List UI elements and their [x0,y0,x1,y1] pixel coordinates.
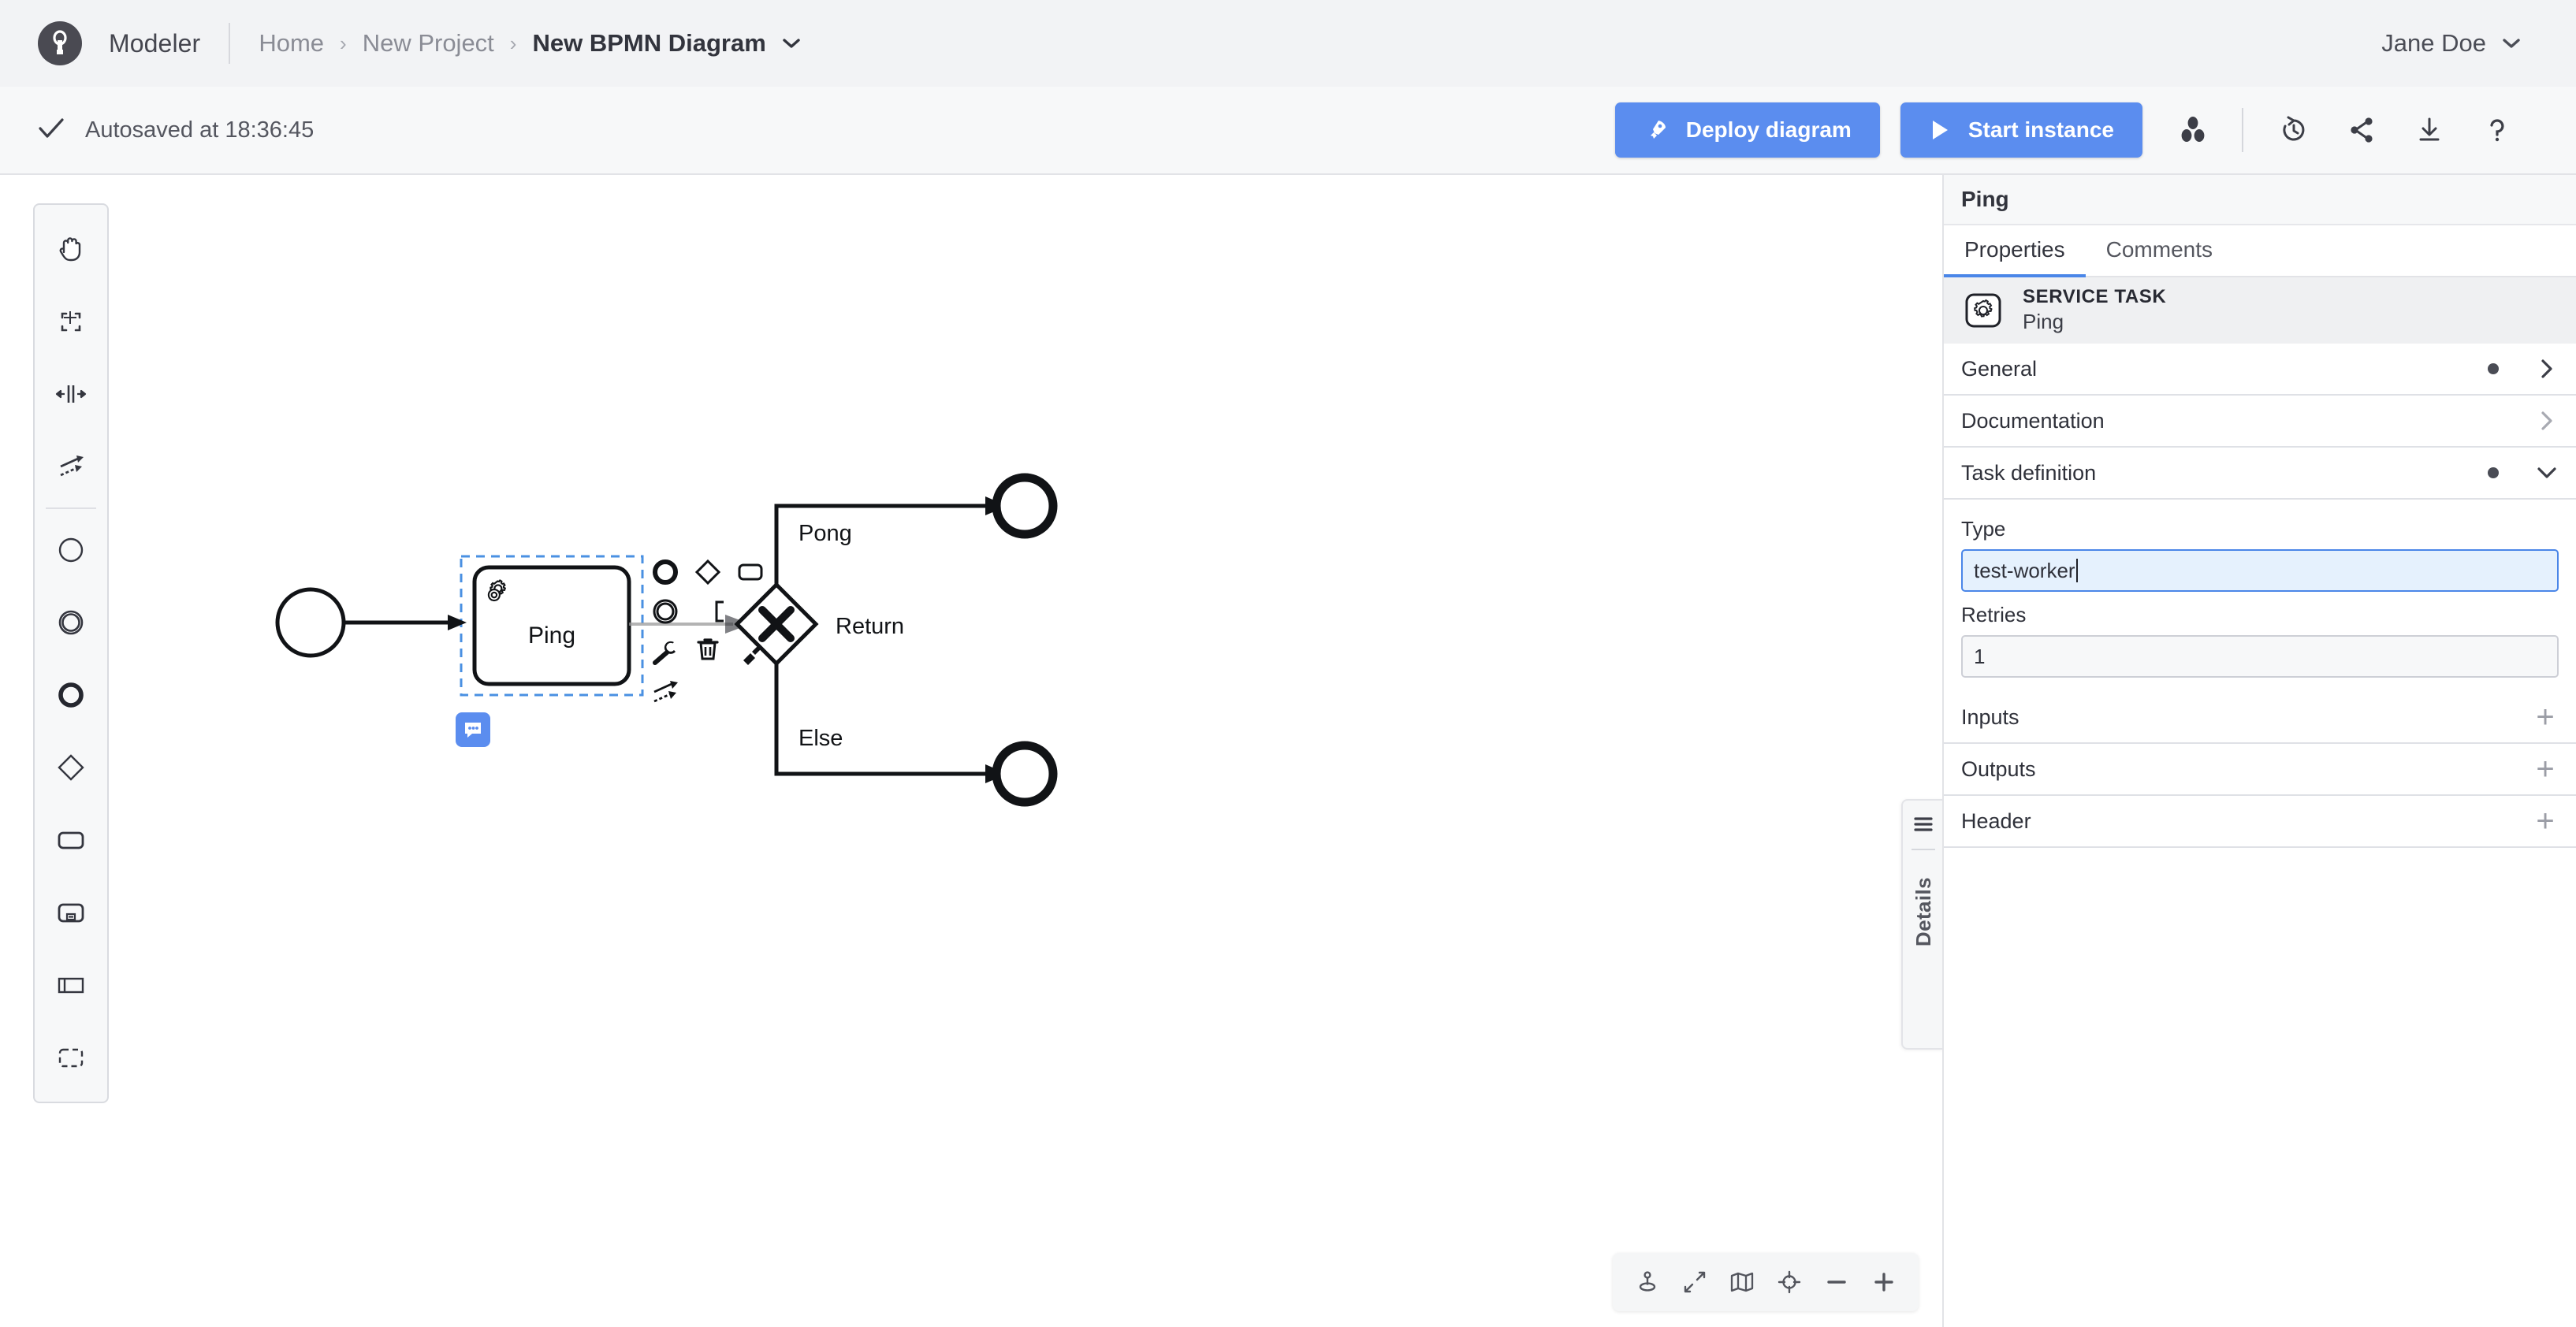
breadcrumb-separator: › [510,32,517,56]
section-inputs[interactable]: Inputs + [1944,692,2576,744]
section-header-label: Header [1961,809,2031,834]
chevron-down-icon [2502,37,2521,50]
section-outputs[interactable]: Outputs + [1944,744,2576,796]
details-tab-label: Details [1912,877,1936,946]
download-icon[interactable] [2412,113,2447,147]
breadcrumb-item-home[interactable]: Home [259,29,324,58]
tab-properties-label: Properties [1964,237,2065,262]
chevron-down-icon[interactable] [782,37,801,50]
zoom-in-icon[interactable] [1860,1258,1908,1306]
canvas-controls [1613,1253,1919,1311]
selected-element-name: Ping [2023,309,2166,336]
type-field-label: Type [1961,517,2559,541]
append-gateway-icon[interactable] [687,552,728,593]
type-input-value: test-worker [1974,559,2075,583]
rocket-icon [1644,117,1669,143]
append-end-event-icon[interactable] [645,552,686,593]
tab-comments[interactable]: Comments [2086,225,2233,277]
page-title: Ping [1961,187,2009,212]
reset-zoom-icon[interactable] [1766,1258,1813,1306]
help-icon[interactable] [2480,113,2515,147]
append-text-annotation-icon[interactable] [697,591,738,632]
check-icon [38,117,65,144]
top-header: Modeler Home › New Project › New BPMN Di… [0,0,2576,87]
append-intermediate-event-icon[interactable] [645,591,686,632]
camunda-logo-icon[interactable] [38,21,82,65]
section-task-definition-dot [2488,467,2499,478]
section-general[interactable]: General [1944,344,2576,396]
collaborators-icon[interactable] [2176,113,2210,147]
selected-element-type: SERVICE TASK [2023,285,2166,309]
properties-panel: Ping Properties Comments SERVICE TASK Pi… [1942,175,2576,1327]
bpmn-canvas[interactable]: Ping Return Pong Else [0,175,1942,1327]
details-side-tab[interactable]: Details [1901,799,1942,1050]
tab-comments-label: Comments [2106,237,2213,262]
plus-icon[interactable]: + [2532,701,2559,733]
header-divider [229,23,230,64]
toggle-pin-icon[interactable] [1624,1258,1671,1306]
chevron-right-icon [2535,357,2559,381]
section-documentation[interactable]: Documentation [1944,396,2576,448]
toolbar-separator [2242,108,2243,152]
version-history-icon[interactable] [2276,113,2311,147]
text-caret [2076,559,2078,582]
breadcrumb: Home › New Project › New BPMN Diagram [259,29,800,58]
user-menu[interactable]: Jane Doe [2381,29,2538,58]
editor-toolbar: Autosaved at 18:36:45 Deploy diagram Sta… [0,87,2576,175]
zoom-out-icon[interactable] [1813,1258,1860,1306]
deploy-diagram-button[interactable]: Deploy diagram [1615,102,1880,158]
retries-field-label: Retries [1961,603,2559,627]
task-definition-fields: Type test-worker Retries 1 [1944,500,2576,692]
set-color-brush-icon[interactable] [730,634,771,675]
app-name[interactable]: Modeler [109,29,200,58]
append-task-icon[interactable] [730,552,771,593]
toolbar-actions: Deploy diagram Start instance [1595,102,2538,158]
section-task-definition[interactable]: Task definition [1944,448,2576,500]
context-pad [0,175,1942,1327]
change-type-wrench-icon[interactable] [645,632,686,673]
play-icon [1929,118,1951,142]
fit-viewport-icon[interactable] [1671,1258,1718,1306]
service-task-gear-icon [1961,288,2005,333]
section-general-dot [2488,363,2499,374]
section-task-definition-label: Task definition [1961,461,2096,485]
tab-properties[interactable]: Properties [1944,225,2086,277]
section-inputs-label: Inputs [1961,705,2019,730]
comment-icon[interactable] [456,712,490,747]
chevron-right-icon [2535,409,2559,433]
section-general-label: General [1961,357,2037,381]
autosave-status: Autosaved at 18:36:45 [38,117,314,144]
autosave-text: Autosaved at 18:36:45 [85,117,314,143]
details-tab-separator [1912,849,1935,850]
plus-icon[interactable]: + [2532,805,2559,837]
selected-element-summary: SERVICE TASK Ping [1944,277,2576,344]
breadcrumb-item-diagram[interactable]: New BPMN Diagram [532,29,765,58]
deploy-diagram-label: Deploy diagram [1686,117,1852,143]
section-outputs-label: Outputs [1961,757,2036,782]
share-icon[interactable] [2344,113,2379,147]
user-name: Jane Doe [2381,29,2486,58]
section-documentation-label: Documentation [1961,409,2105,433]
start-instance-label: Start instance [1968,117,2114,143]
type-input[interactable]: test-worker [1961,549,2559,592]
hamburger-icon [1912,815,1935,838]
delete-trash-icon[interactable] [687,629,728,670]
retries-input[interactable]: 1 [1961,635,2559,678]
properties-tabs: Properties Comments [1944,225,2576,277]
chevron-down-icon [2535,464,2559,481]
minimap-icon[interactable] [1718,1258,1766,1306]
properties-title-bar: Ping [1944,175,2576,225]
section-header[interactable]: Header + [1944,796,2576,848]
start-instance-button[interactable]: Start instance [1900,102,2142,158]
retries-input-value: 1 [1974,645,1985,669]
breadcrumb-item-project[interactable]: New Project [363,29,494,58]
connect-arrow-icon[interactable] [645,671,686,712]
breadcrumb-separator: › [340,32,347,56]
plus-icon[interactable]: + [2532,753,2559,785]
